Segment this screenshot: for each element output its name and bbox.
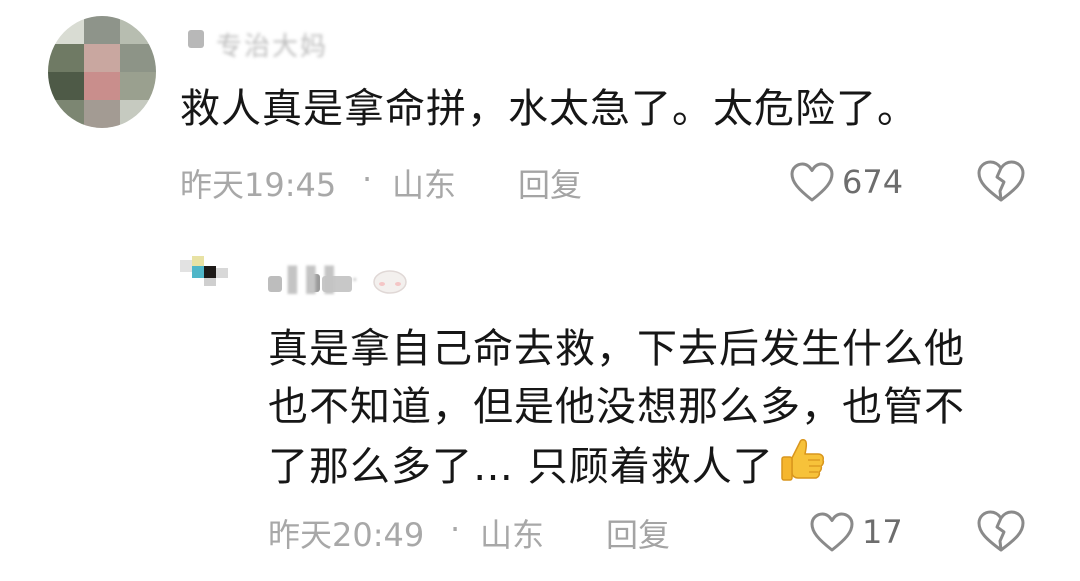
comment-item: 专治大妈 救人真是拿命拼，水太急了。太危险了。 昨天19:45 · 山东 回复 …	[0, 0, 1080, 225]
reply-meta: 昨天20:49 · 山东 回复	[268, 510, 708, 554]
like-count: 674	[842, 163, 904, 201]
thumbs-up-emoji-icon	[778, 436, 826, 502]
comment-time: 昨天19:45	[180, 166, 337, 204]
reply-text-line-last: 了那么多了… 只顾着救人了	[268, 436, 1028, 502]
heart-outline-icon	[788, 160, 836, 204]
username-text: 专治大妈	[216, 32, 329, 62]
like-count: 17	[862, 513, 903, 551]
reply-text-line: 了那么多了… 只顾着救人了	[268, 444, 774, 490]
reply-text-line: 也不知道，但是他没想那么多，也管不	[268, 384, 965, 430]
reply-avatar[interactable]	[180, 256, 238, 290]
reply-time: 昨天20:49	[268, 516, 425, 554]
reply-button[interactable]: 回复	[606, 510, 670, 556]
meta-separator: ·	[362, 160, 373, 198]
reply-location: 山东	[480, 516, 545, 554]
reply-button[interactable]: 回复	[518, 160, 582, 206]
meta-separator: ·	[450, 510, 461, 548]
comment-text: 救人真是拿命拼，水太急了。太危险了。	[180, 86, 918, 132]
face-emoji-icon	[368, 268, 408, 296]
dislike-button[interactable]	[974, 508, 1028, 554]
username[interactable]: 专治大妈	[188, 26, 378, 62]
comment-meta: 昨天19:45 · 山东 回复	[180, 160, 620, 204]
like-button[interactable]: 17	[808, 510, 903, 554]
comment-location: 山东	[392, 166, 457, 204]
like-button[interactable]: 674	[788, 160, 903, 204]
reply-text-line: 真是拿自己命去救，下去后发生什么他	[268, 326, 965, 372]
heart-outline-icon	[808, 510, 856, 554]
avatar[interactable]	[48, 16, 156, 128]
dislike-button[interactable]	[974, 158, 1028, 204]
broken-heart-icon	[974, 158, 1028, 204]
reply-text: 真是拿自己命去救，下去后发生什么他 也不知道，但是他没想那么多，也管不 了那么多…	[268, 320, 1028, 502]
reply-username-text: ▌▌▌ ·	[288, 266, 359, 294]
broken-heart-icon	[974, 508, 1028, 554]
